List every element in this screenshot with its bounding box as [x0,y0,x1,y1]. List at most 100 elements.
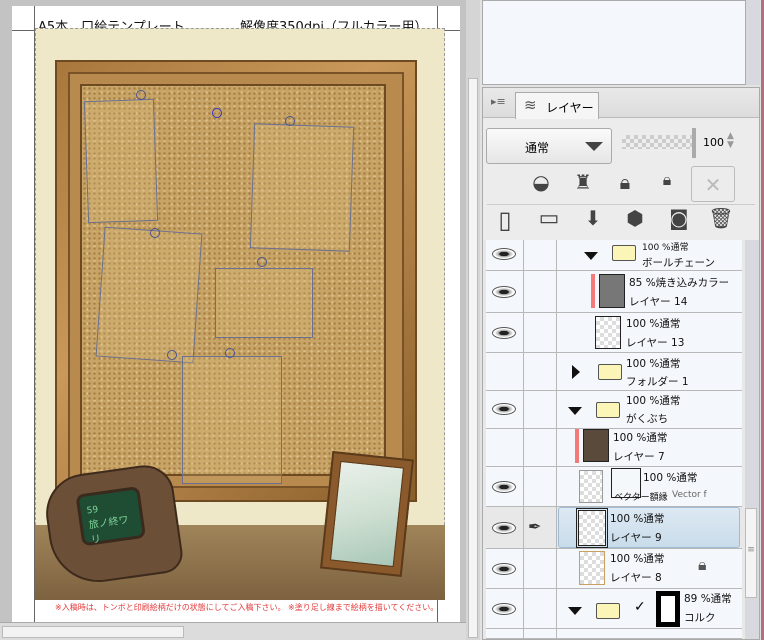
eye-icon[interactable] [492,603,516,615]
photo [329,460,405,568]
chevron-down-icon [585,142,603,151]
eye-icon[interactable] [492,327,516,339]
layer-row[interactable]: 100 %通常 フォルダー 1 [486,353,742,391]
layer-row[interactable]: 100 %通常 レイヤー 13 [486,313,742,353]
add-layer-mask-icon[interactable]: ◙ [665,206,693,230]
folder-icon [596,603,620,619]
lock-layer-icon[interactable]: 🔒︎ [611,170,639,194]
eye-icon[interactable] [492,563,516,575]
layer-row[interactable]: 100 %通常 レイヤー 7 [486,429,742,467]
eye-icon[interactable] [492,481,516,493]
layer-mode: 100 %通常 [610,513,665,525]
new-raster-layer-icon[interactable]: ▯ [491,206,519,234]
merge-visible-icon[interactable]: ⬢ [621,206,649,230]
layer-mode: 100 %通常 [643,472,698,484]
pushpin [150,228,160,238]
panel-menu-icon[interactable]: ▸≡ [491,95,506,108]
opacity-slider[interactable] [622,135,692,149]
pinned-note [249,123,355,252]
scrollbar-thumb[interactable] [2,626,184,638]
folder-icon [612,245,636,261]
layer-row[interactable] [486,629,742,639]
layer-mask-thumbnail [656,591,680,627]
collapse-arrow-icon[interactable] [568,607,582,615]
folder-icon [596,402,620,418]
pinned-note [83,98,159,224]
vertical-scrollbar[interactable] [466,0,480,640]
layer-subname: Vector f [672,490,707,500]
layer-mode: 100 %通常 [626,395,681,407]
lock-transparency-icon[interactable]: 🔒︎ [653,170,681,190]
blend-mode-select[interactable]: 通常 [486,128,612,164]
clipping-indicator [575,429,579,463]
layer-row[interactable]: 100 %通常 ベクター額縁 Vector f [486,467,742,507]
layer-thumbnail [583,429,609,462]
collapse-arrow-icon[interactable] [584,252,598,260]
layer-name: レイヤー 9 [610,532,662,544]
merge-down-icon[interactable]: ⬇ [579,206,607,230]
layer-mode: 100 %通常 [610,553,665,565]
opacity-value[interactable]: 100 [703,136,724,149]
reference-layer-icon[interactable]: ♜ [569,170,597,194]
layer-mode: 100 %通常 [613,432,668,444]
pushpin [285,116,295,126]
layer-row[interactable]: 85 %焼き込みカラー レイヤー 14 [486,271,742,313]
checkmark-icon[interactable]: ✓ [634,599,646,615]
pinned-note [215,268,313,338]
pinned-note [95,226,203,364]
layer-name: レイヤー 14 [629,296,688,308]
eye-icon[interactable] [492,522,516,534]
upper-panel-scrollbar[interactable] [746,0,760,85]
scrollbar-thumb[interactable]: ≡ [745,508,757,598]
opacity-slider-handle[interactable] [692,128,696,158]
horizontal-scrollbar[interactable] [0,622,466,640]
layer-mode: 100 %通常 [626,358,681,370]
lock-transparency-icon: 🔒︎ [698,555,707,574]
collapse-arrow-icon[interactable] [568,407,582,415]
tab-layer[interactable]: ≋ レイヤー [515,92,599,119]
layer-name: コルク [684,612,716,624]
eye-icon[interactable] [492,403,516,415]
layer-row[interactable]: ✓ 89 %通常 コルク [486,589,742,629]
layer-mode: 100 %通常 [626,318,681,330]
clip-to-lower-layer-icon[interactable]: ◒ [527,170,555,194]
delete-layer-icon[interactable]: 🗑︎ [707,206,735,230]
layer-name: レイヤー 7 [613,451,665,463]
pushpin [257,257,267,267]
layer-mode: 85 %焼き込みカラー [629,277,730,289]
pinned-note [182,356,282,484]
eye-icon[interactable] [492,248,516,260]
layer-mode: 89 %通常 [684,593,732,605]
pushpin [225,348,235,358]
layer-row[interactable]: 100 %通常 レイヤー 8 🔒︎ [486,549,742,589]
layer-row[interactable]: 100 %通常 ボールチェーン [486,240,742,271]
folder-icon [598,364,622,380]
layer-name: ボールチェーン [642,257,715,269]
layer-list: 100 %通常 ボールチェーン 85 %焼き込みカラー レイヤー 14 100 … [483,240,759,639]
layer-row[interactable]: 100 %通常 がくぶち [486,391,742,429]
upper-panel [482,0,746,85]
layer-thumbnail [599,274,625,308]
eye-icon[interactable] [492,286,516,298]
layer-name: ベクター額縁 [614,493,668,503]
layer-mask-options-icon[interactable]: ✕ [691,166,735,202]
pipboy-screen: 59 旅ノ終ワリ [75,486,147,547]
expand-arrow-icon[interactable] [572,365,580,379]
submission-note: ※入稿時は、トンボと印刷絵柄だけの状態にしてご入稿下さい。 ※塗り足し線まで絵柄… [55,603,439,612]
layer-mode: 100 %通常 [642,243,689,253]
blend-mode-value: 通常 [525,141,550,155]
tab-label: レイヤー [546,101,594,115]
opacity-spinner[interactable]: ▲ ▼ [727,132,734,150]
canvas-area[interactable]: A5本 口絵テンプレート 解像度350dpi（フルカラー用） 59 旅ノ終ワリ … [0,0,466,622]
layer-name: レイヤー 8 [610,572,662,584]
pushpin [136,90,146,100]
photo-frame [320,451,414,577]
brush-cursor [212,108,222,118]
layer-thumbnail [579,551,605,585]
layer-thumbnail [576,508,608,548]
layer-row-selected[interactable]: ✒ 100 %通常 レイヤー 9 [486,507,742,549]
scrollbar-thumb[interactable] [468,78,478,638]
divider [487,204,755,205]
new-folder-icon[interactable]: ▭ [535,206,563,231]
layer-name: レイヤー 13 [626,337,685,349]
